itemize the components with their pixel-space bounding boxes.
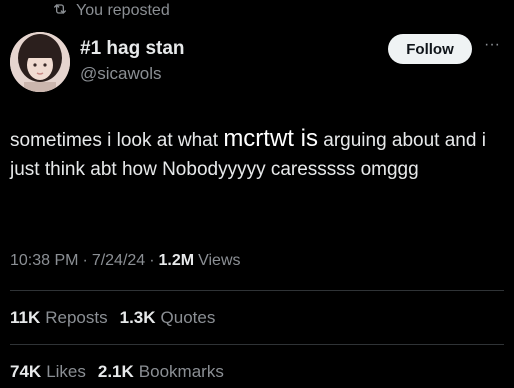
tweet-text-highlight: mcrtwt is [223, 125, 318, 152]
bookmarks-stat[interactable]: 2.1K Bookmarks [98, 362, 224, 382]
reposts-stat[interactable]: 11K Reposts [10, 308, 108, 328]
repost-icon [52, 1, 68, 22]
views-count: 1.2M [158, 252, 195, 269]
quotes-count: 1.3K [119, 308, 156, 327]
stats-row-reposts: 11K Reposts 1.3K Quotes [10, 308, 215, 328]
divider [10, 344, 504, 345]
divider [10, 290, 504, 291]
meta-separator: · [82, 252, 88, 269]
likes-stat[interactable]: 74K Likes [10, 362, 86, 382]
quotes-stat[interactable]: 1.3K Quotes [120, 308, 216, 328]
tweet-text: sometimes i look at what mcrtwt is argui… [10, 124, 504, 184]
stats-row-likes: 74K Likes 2.1K Bookmarks [10, 362, 224, 382]
author-name[interactable]: #1 hag stan [80, 38, 185, 60]
more-options-icon[interactable]: ··· [482, 37, 502, 58]
views-label: Views [198, 252, 241, 269]
bookmarks-count: 2.1K [97, 362, 134, 381]
meta-separator: · [149, 252, 155, 269]
follow-button[interactable]: Follow [388, 34, 472, 64]
tweet-date[interactable]: 7/24/24 [92, 252, 145, 270]
repost-label: You reposted [76, 2, 170, 19]
quotes-label: Quotes [160, 308, 216, 327]
author-handle[interactable]: @sicawols [80, 64, 162, 84]
repost-indicator: You reposted [52, 0, 170, 22]
likes-label: Likes [46, 362, 86, 381]
tweet-meta: 10:38 PM · 7/24/24 · 1.2M Views [10, 252, 241, 270]
tweet-text-part1: sometimes i look at what [10, 130, 224, 151]
likes-count: 74K [10, 362, 42, 381]
reposts-count: 11K [10, 308, 41, 327]
reposts-label: Reposts [45, 308, 108, 327]
tweet-time[interactable]: 10:38 PM [10, 252, 78, 270]
avatar[interactable] [10, 32, 70, 92]
bookmarks-label: Bookmarks [138, 362, 224, 381]
